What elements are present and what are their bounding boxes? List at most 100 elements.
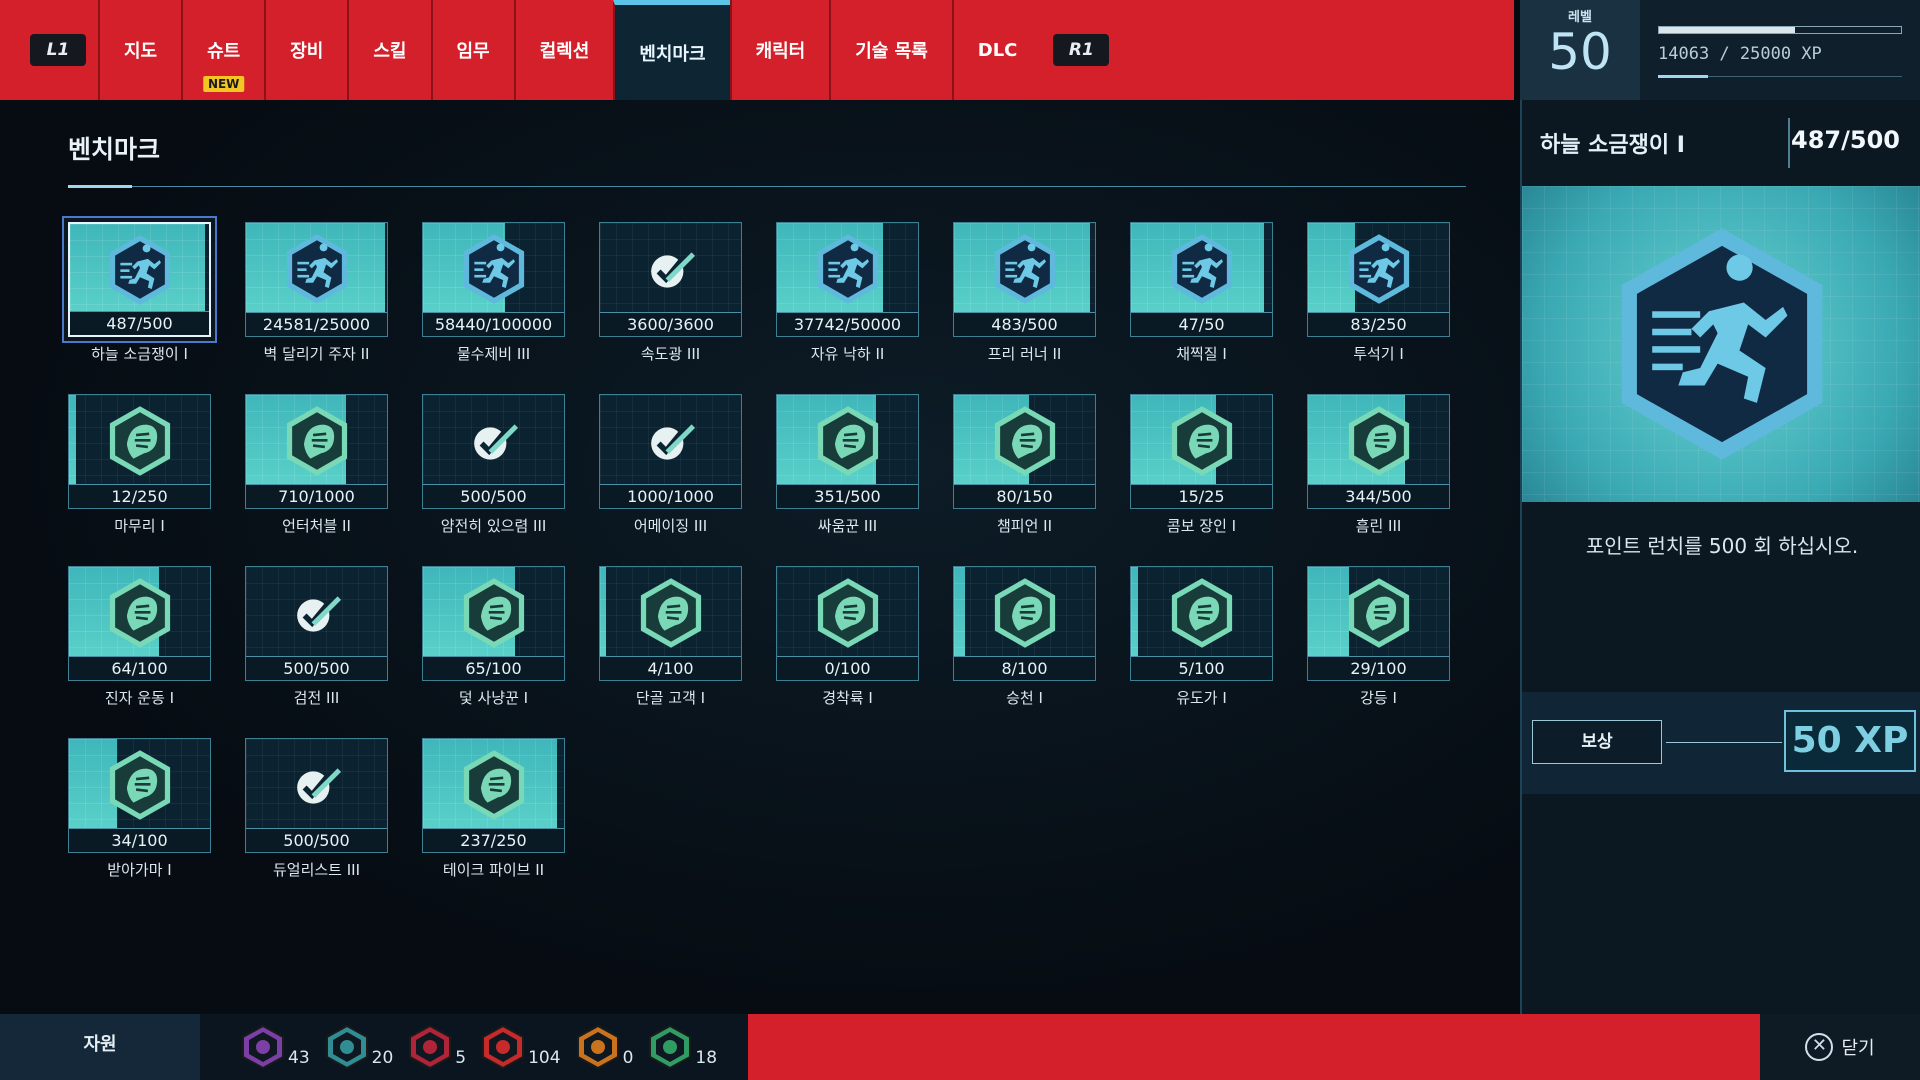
benchmark-tile-box: 500/500 — [245, 566, 388, 681]
runner-icon — [1621, 228, 1823, 460]
benchmark-tile-box: 24581/25000 — [245, 222, 388, 337]
benchmark-tile[interactable]: 483/500 프리 러너 II — [953, 222, 1096, 364]
benchmark-name: 콤보 장인 I — [1166, 517, 1237, 535]
resource-count: 43 — [288, 1048, 310, 1068]
resource-count: 104 — [528, 1048, 561, 1068]
resources-label: 자원 — [0, 1014, 200, 1080]
benchmark-tile-box: 8/100 — [953, 566, 1096, 681]
benchmark-tile[interactable]: 80/150 챔피언 II — [953, 394, 1096, 536]
benchmark-count: 483/500 — [954, 312, 1095, 336]
benchmark-name: 경착륙 I — [822, 689, 873, 707]
progress-fill — [600, 567, 606, 656]
benchmark-tile[interactable]: 8/100 승천 I — [953, 566, 1096, 708]
cross-button-icon: ✕ — [1805, 1033, 1834, 1061]
tab-label: 스킬 — [373, 41, 407, 62]
benchmark-tile[interactable]: 487/500 하늘 소금쟁이 I — [68, 222, 211, 364]
tab-8[interactable]: 기술 목록 — [829, 0, 952, 100]
benchmark-name: 벽 달리기 주자 II — [263, 345, 370, 363]
benchmark-tile[interactable]: 344/500 흠린 III — [1307, 394, 1450, 536]
benchmark-count: 83/250 — [1308, 312, 1449, 336]
resource-item: 20 — [324, 1024, 394, 1070]
city-token-icon — [325, 1024, 368, 1070]
fist-icon — [814, 405, 882, 477]
benchmark-tile[interactable]: 24581/25000 벽 달리기 주자 II — [245, 222, 388, 364]
benchmark-tile[interactable]: 47/50 채찍질 I — [1130, 222, 1273, 364]
benchmark-name: 유도가 I — [1176, 689, 1227, 707]
resource-count: 20 — [371, 1048, 394, 1068]
benchmark-tile[interactable]: 29/100 강등 I — [1307, 566, 1450, 708]
benchmark-name: 받아가마 I — [107, 861, 172, 879]
benchmark-tile[interactable]: 500/500 듀얼리스트 III — [245, 738, 388, 880]
tab-4[interactable]: 임무 — [430, 0, 514, 100]
tab-1[interactable]: 슈트 NEW — [181, 0, 265, 100]
tab-0[interactable]: 지도 — [98, 0, 182, 100]
benchmark-tile[interactable]: 237/250 테이크 파이브 II — [422, 738, 565, 880]
benchmark-tile[interactable]: 58440/100000 물수제비 III — [422, 222, 565, 364]
reward-label: 보상 — [1532, 720, 1662, 764]
benchmark-tile[interactable]: 710/1000 언터처블 II — [245, 394, 388, 536]
benchmark-tile-box: 29/100 — [1307, 566, 1450, 681]
close-button[interactable]: ✕ 닫기 — [1760, 1014, 1920, 1080]
benchmark-tile-box: 351/500 — [776, 394, 919, 509]
xp-progress-bar — [1658, 26, 1902, 34]
benchmark-count: 29/100 — [1308, 656, 1449, 680]
benchmark-tile-box: 500/500 — [245, 738, 388, 853]
benchmark-tile[interactable]: 15/25 콤보 장인 I — [1130, 394, 1273, 536]
benchmark-tile[interactable]: 3600/3600 속도광 III — [599, 222, 742, 364]
benchmark-name: 진자 운동 I — [104, 689, 175, 707]
benchmark-tile[interactable]: 351/500 싸움꾼 III — [776, 394, 919, 536]
tab-7[interactable]: 캐릭터 — [729, 0, 830, 100]
benchmark-name: 채찍질 I — [1176, 345, 1227, 363]
runner-icon — [460, 233, 528, 305]
benchmark-tile[interactable]: 37742/50000 자유 낙하 II — [776, 222, 919, 364]
benchmark-count: 24581/25000 — [246, 312, 387, 336]
nav-tabs: 지도 슈트 NEW 장비 스킬 임무 컬렉션 벤치마크 캐릭터 기술 목록 DLC — [98, 0, 1042, 100]
tab-5[interactable]: 컬렉션 — [513, 0, 614, 100]
runner-icon — [1168, 233, 1236, 305]
benchmark-count: 8/100 — [954, 656, 1095, 680]
benchmark-tile[interactable]: 65/100 덫 사냥꾼 I — [422, 566, 565, 708]
benchmark-count: 37742/50000 — [777, 312, 918, 336]
detail-art — [1522, 186, 1920, 502]
benchmark-tile-box: 80/150 — [953, 394, 1096, 509]
title-divider — [68, 185, 1466, 188]
benchmark-tile[interactable]: 500/500 검전 III — [245, 566, 388, 708]
benchmark-tile[interactable]: 34/100 받아가마 I — [68, 738, 211, 880]
tab-3[interactable]: 스킬 — [347, 0, 431, 100]
l1-button[interactable]: L1 — [30, 34, 86, 66]
benchmark-name: 얌전히 있으렴 III — [440, 517, 547, 535]
benchmark-tile[interactable]: 12/250 마무리 I — [68, 394, 211, 536]
fist-icon — [283, 405, 351, 477]
tab-9[interactable]: DLC — [951, 0, 1042, 100]
benchmark-tile[interactable]: 83/250 투석기 I — [1307, 222, 1450, 364]
tab-label: 벤치마크 — [639, 43, 706, 65]
benchmark-count: 80/150 — [954, 484, 1095, 508]
tab-6[interactable]: 벤치마크 — [613, 0, 730, 100]
benchmark-tile-box: 83/250 — [1307, 222, 1450, 337]
benchmark-tile[interactable]: 1000/1000 어메이징 III — [599, 394, 742, 536]
reward-strip: 보상 50 XP — [1522, 692, 1920, 794]
tab-label: 기술 목록 — [855, 41, 928, 62]
benchmark-tile[interactable]: 500/500 얌전히 있으렴 III — [422, 394, 565, 536]
benchmark-tile[interactable]: 0/100 경착륙 I — [776, 566, 919, 708]
detail-progress: 487/500 — [1791, 126, 1900, 154]
benchmark-tile[interactable]: 5/100 유도가 I — [1130, 566, 1273, 708]
benchmark-count: 710/1000 — [246, 484, 387, 508]
benchmark-name: 언터처블 II — [282, 517, 351, 535]
tab-label: 컬렉션 — [539, 41, 590, 62]
benchmark-tile[interactable]: 64/100 진자 운동 I — [68, 566, 211, 708]
challenge-token-icon — [576, 1024, 619, 1070]
tab-2[interactable]: 장비 — [264, 0, 348, 100]
benchmark-tile[interactable]: 4/100 단골 고객 I — [599, 566, 742, 708]
benchmark-count: 34/100 — [69, 828, 210, 852]
resource-item: 104 — [480, 1024, 561, 1070]
landmark-token-icon — [409, 1024, 452, 1070]
progress-fill — [1308, 567, 1349, 656]
benchmark-count: 64/100 — [69, 656, 210, 680]
tab-label: 임무 — [456, 41, 490, 62]
benchmark-count: 500/500 — [246, 828, 387, 852]
benchmark-count: 4/100 — [600, 656, 741, 680]
r1-button[interactable]: R1 — [1053, 34, 1110, 66]
resource-count: 18 — [695, 1048, 718, 1068]
research-token-icon — [242, 1024, 284, 1070]
